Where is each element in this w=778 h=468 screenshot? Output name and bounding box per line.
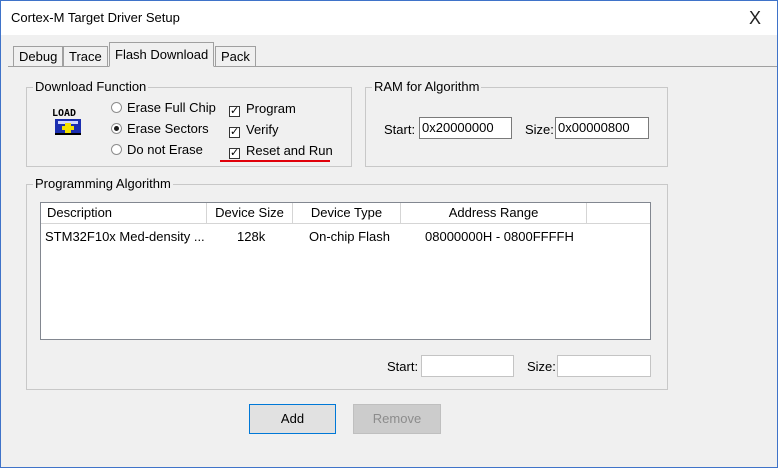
radio-label: Erase Sectors bbox=[127, 121, 209, 136]
tab-debug[interactable]: Debug bbox=[13, 46, 64, 66]
radio-button[interactable] bbox=[111, 123, 122, 134]
ram-start-input[interactable]: 0x20000000 bbox=[419, 117, 512, 139]
radio-button[interactable] bbox=[111, 102, 122, 113]
cell-description: STM32F10x Med-density ... bbox=[45, 229, 205, 244]
algorithm-list[interactable]: Description Device Size Device Type Addr… bbox=[40, 202, 651, 340]
radio-label: Do not Erase bbox=[127, 142, 203, 157]
ram-title: RAM for Algorithm bbox=[372, 79, 482, 94]
remove-button[interactable]: Remove bbox=[353, 404, 441, 434]
close-icon[interactable]: X bbox=[743, 6, 767, 30]
tab-trace[interactable]: Trace bbox=[63, 46, 108, 66]
checkbox-label: Program bbox=[246, 101, 296, 116]
check-program[interactable]: ✓ Program bbox=[229, 100, 296, 118]
algorithm-size-label: Size: bbox=[527, 359, 556, 374]
add-button[interactable]: Add bbox=[249, 404, 336, 434]
algorithm-start-input[interactable] bbox=[421, 355, 514, 377]
load-icon: LOAD bbox=[51, 105, 85, 137]
tab-flash-download[interactable]: Flash Download bbox=[109, 42, 215, 67]
checkbox-label: Reset and Run bbox=[246, 143, 333, 158]
svg-text:LOAD: LOAD bbox=[52, 108, 76, 119]
ram-start-label: Start: bbox=[384, 122, 416, 137]
radio-label: Erase Full Chip bbox=[127, 100, 216, 115]
checkbox[interactable]: ✓ bbox=[229, 106, 240, 117]
cell-device-size: 128k bbox=[237, 229, 266, 244]
checkbox[interactable]: ✓ bbox=[229, 127, 240, 138]
column-header-description[interactable]: Description bbox=[41, 203, 207, 224]
ram-size-input[interactable]: 0x00000800 bbox=[555, 117, 649, 139]
radio-erase-full-chip[interactable]: Erase Full Chip bbox=[111, 99, 216, 117]
highlight-underline bbox=[220, 160, 330, 162]
check-verify[interactable]: ✓ Verify bbox=[229, 121, 279, 139]
radio-do-not-erase[interactable]: Do not Erase bbox=[111, 141, 203, 159]
checkbox[interactable]: ✓ bbox=[229, 148, 240, 159]
column-header-filler bbox=[587, 203, 650, 224]
tab-pack[interactable]: Pack bbox=[215, 46, 256, 66]
algorithm-size-input[interactable] bbox=[557, 355, 651, 377]
title-bar: Cortex-M Target Driver Setup X bbox=[1, 1, 777, 35]
checkbox-label: Verify bbox=[246, 122, 279, 137]
column-header-device-type[interactable]: Device Type bbox=[293, 203, 401, 224]
check-reset-and-run[interactable]: ✓ Reset and Run bbox=[229, 142, 333, 160]
radio-erase-sectors[interactable]: Erase Sectors bbox=[111, 120, 209, 138]
dialog-window: Cortex-M Target Driver Setup X Debug Tra… bbox=[0, 0, 778, 468]
column-header-device-size[interactable]: Device Size bbox=[207, 203, 293, 224]
cell-device-type: On-chip Flash bbox=[309, 229, 390, 244]
algorithm-start-label: Start: bbox=[387, 359, 419, 374]
programming-algorithm-title: Programming Algorithm bbox=[33, 176, 173, 191]
window-title: Cortex-M Target Driver Setup bbox=[11, 10, 180, 25]
ram-size-label: Size: bbox=[525, 122, 554, 137]
radio-button[interactable] bbox=[111, 144, 122, 155]
download-function-title: Download Function bbox=[33, 79, 149, 94]
cell-address-range: 08000000H - 0800FFFFH bbox=[425, 229, 574, 244]
column-header-address-range[interactable]: Address Range bbox=[401, 203, 587, 224]
